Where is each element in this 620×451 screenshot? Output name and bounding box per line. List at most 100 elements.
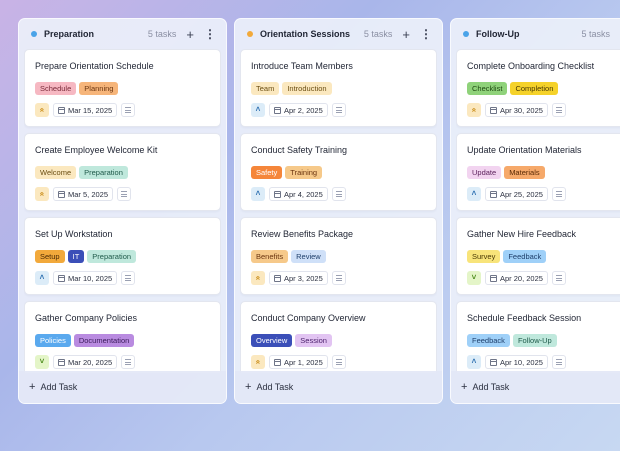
- task-card[interactable]: Gather New Hire Feedback Survey Feedback…: [456, 217, 620, 295]
- calendar-icon: [58, 358, 65, 366]
- double-chevron-up-icon[interactable]: »: [251, 271, 265, 285]
- add-task-button[interactable]: + Add Task: [19, 371, 226, 403]
- due-date[interactable]: Apr 3, 2025: [269, 271, 328, 285]
- calendar-icon: [490, 358, 497, 366]
- column-orientation-sessions: Orientation Sessions 5 tasks + ⋮ Introdu…: [234, 18, 443, 404]
- due-date[interactable]: Mar 10, 2025: [53, 271, 118, 285]
- tag: Checklist: [467, 82, 508, 95]
- due-date-text: Apr 2, 2025: [284, 105, 323, 115]
- due-date[interactable]: Apr 20, 2025: [485, 271, 548, 285]
- tag: Setup: [35, 250, 65, 263]
- column-header: Preparation 5 tasks + ⋮: [19, 19, 226, 49]
- task-card[interactable]: Create Employee Welcome Kit Welcome Prep…: [24, 133, 221, 211]
- task-card[interactable]: Prepare Orientation Schedule Schedule Pl…: [24, 49, 221, 127]
- calendar-icon: [274, 274, 281, 282]
- task-title: Gather Company Policies: [35, 313, 138, 323]
- tag-list: Survey Feedback: [467, 250, 547, 263]
- task-card[interactable]: Conduct Company Overview Overview Sessio…: [240, 301, 437, 373]
- column-header: Follow-Up 5 tasks: [451, 19, 620, 49]
- tag-list: Setup IT Preparation: [35, 250, 137, 263]
- due-date[interactable]: Mar 15, 2025: [53, 103, 118, 117]
- chevron-up-icon[interactable]: ˄: [467, 355, 481, 369]
- double-chevron-up-icon[interactable]: »: [35, 187, 49, 201]
- column-follow-up: Follow-Up 5 tasks Complete Onboarding Ch…: [450, 18, 620, 404]
- due-date[interactable]: Apr 1, 2025: [269, 355, 328, 369]
- task-card[interactable]: Review Benefits Package Benefits Review …: [240, 217, 437, 295]
- add-task-label: Add Task: [256, 382, 294, 392]
- double-chevron-up-icon[interactable]: »: [467, 103, 481, 117]
- tag-list: Feedback Follow-Up: [467, 334, 557, 347]
- due-date-text: Apr 25, 2025: [500, 189, 543, 199]
- due-date[interactable]: Apr 10, 2025: [485, 355, 548, 369]
- description-icon[interactable]: [551, 187, 566, 201]
- add-task-button[interactable]: + Add Task: [451, 371, 620, 403]
- card-list: Prepare Orientation Schedule Schedule Pl…: [24, 49, 221, 373]
- task-card[interactable]: Set Up Workstation Setup IT Preparation …: [24, 217, 221, 295]
- task-meta: ˄ Apr 25, 2025: [467, 187, 566, 201]
- chevron-up-icon[interactable]: ˄: [35, 271, 49, 285]
- chevron-down-icon[interactable]: ˅: [35, 355, 49, 369]
- description-icon[interactable]: [551, 103, 566, 117]
- task-meta: » Apr 3, 2025: [251, 271, 346, 285]
- task-title: Schedule Feedback Session: [467, 313, 582, 323]
- tag-list: Team Introduction: [251, 82, 332, 95]
- due-date[interactable]: Apr 30, 2025: [485, 103, 548, 117]
- tag-list: Safety Training: [251, 166, 323, 179]
- task-card[interactable]: Gather Company Policies Policies Documen…: [24, 301, 221, 373]
- task-card[interactable]: Complete Onboarding Checklist Checklist …: [456, 49, 620, 127]
- chevron-down-icon[interactable]: ˅: [467, 271, 481, 285]
- kanban-board: Preparation 5 tasks + ⋮ Prepare Orientat…: [0, 0, 620, 451]
- tag-list: Schedule Planning: [35, 82, 119, 95]
- description-icon[interactable]: [331, 103, 346, 117]
- description-icon[interactable]: [331, 355, 346, 369]
- description-icon[interactable]: [121, 355, 136, 369]
- description-icon[interactable]: [121, 103, 136, 117]
- tag-list: Policies Documentation: [35, 334, 135, 347]
- chevron-up-icon[interactable]: ˄: [467, 187, 481, 201]
- column-preparation: Preparation 5 tasks + ⋮ Prepare Orientat…: [18, 18, 227, 404]
- card-list: Introduce Team Members Team Introduction…: [240, 49, 437, 373]
- task-card[interactable]: Conduct Safety Training Safety Training …: [240, 133, 437, 211]
- due-date[interactable]: Mar 20, 2025: [53, 355, 118, 369]
- task-card[interactable]: Introduce Team Members Team Introduction…: [240, 49, 437, 127]
- due-date[interactable]: Mar 5, 2025: [53, 187, 114, 201]
- description-icon[interactable]: [121, 271, 136, 285]
- description-icon[interactable]: [331, 271, 346, 285]
- tag: Policies: [35, 334, 71, 347]
- double-chevron-up-icon[interactable]: »: [251, 355, 265, 369]
- add-task-button[interactable]: + Add Task: [235, 371, 442, 403]
- chevron-up-icon[interactable]: ˄: [251, 103, 265, 117]
- chevron-up-icon[interactable]: ˄: [251, 187, 265, 201]
- description-icon[interactable]: [551, 271, 566, 285]
- double-chevron-up-icon[interactable]: »: [35, 103, 49, 117]
- due-date-text: Apr 20, 2025: [500, 273, 543, 283]
- due-date[interactable]: Apr 2, 2025: [269, 103, 328, 117]
- due-date[interactable]: Apr 4, 2025: [269, 187, 328, 201]
- tag: Team: [251, 82, 280, 95]
- add-icon[interactable]: +: [402, 28, 410, 41]
- task-card[interactable]: Schedule Feedback Session Feedback Follo…: [456, 301, 620, 373]
- task-title: Set Up Workstation: [35, 229, 113, 239]
- tag: Completion: [510, 82, 559, 95]
- tag: Safety: [251, 166, 283, 179]
- due-date-text: Apr 4, 2025: [284, 189, 323, 199]
- tag: Survey: [467, 250, 501, 263]
- description-icon[interactable]: [331, 187, 346, 201]
- description-icon[interactable]: [117, 187, 132, 201]
- more-menu-icon[interactable]: ⋮: [420, 28, 432, 40]
- add-icon[interactable]: +: [186, 28, 194, 41]
- tag-list: Checklist Completion: [467, 82, 559, 95]
- description-icon[interactable]: [551, 355, 566, 369]
- task-title: Prepare Orientation Schedule: [35, 61, 154, 71]
- tag: Update: [467, 166, 502, 179]
- due-date[interactable]: Apr 25, 2025: [485, 187, 548, 201]
- more-menu-icon[interactable]: ⋮: [204, 28, 216, 40]
- task-card[interactable]: Update Orientation Materials Update Mate…: [456, 133, 620, 211]
- tag: Session: [295, 334, 332, 347]
- due-date-text: Apr 3, 2025: [284, 273, 323, 283]
- task-title: Introduce Team Members: [251, 61, 353, 71]
- task-meta: » Apr 1, 2025: [251, 355, 346, 369]
- tag: Overview: [251, 334, 293, 347]
- task-meta: ˄ Mar 10, 2025: [35, 271, 136, 285]
- calendar-icon: [58, 274, 65, 282]
